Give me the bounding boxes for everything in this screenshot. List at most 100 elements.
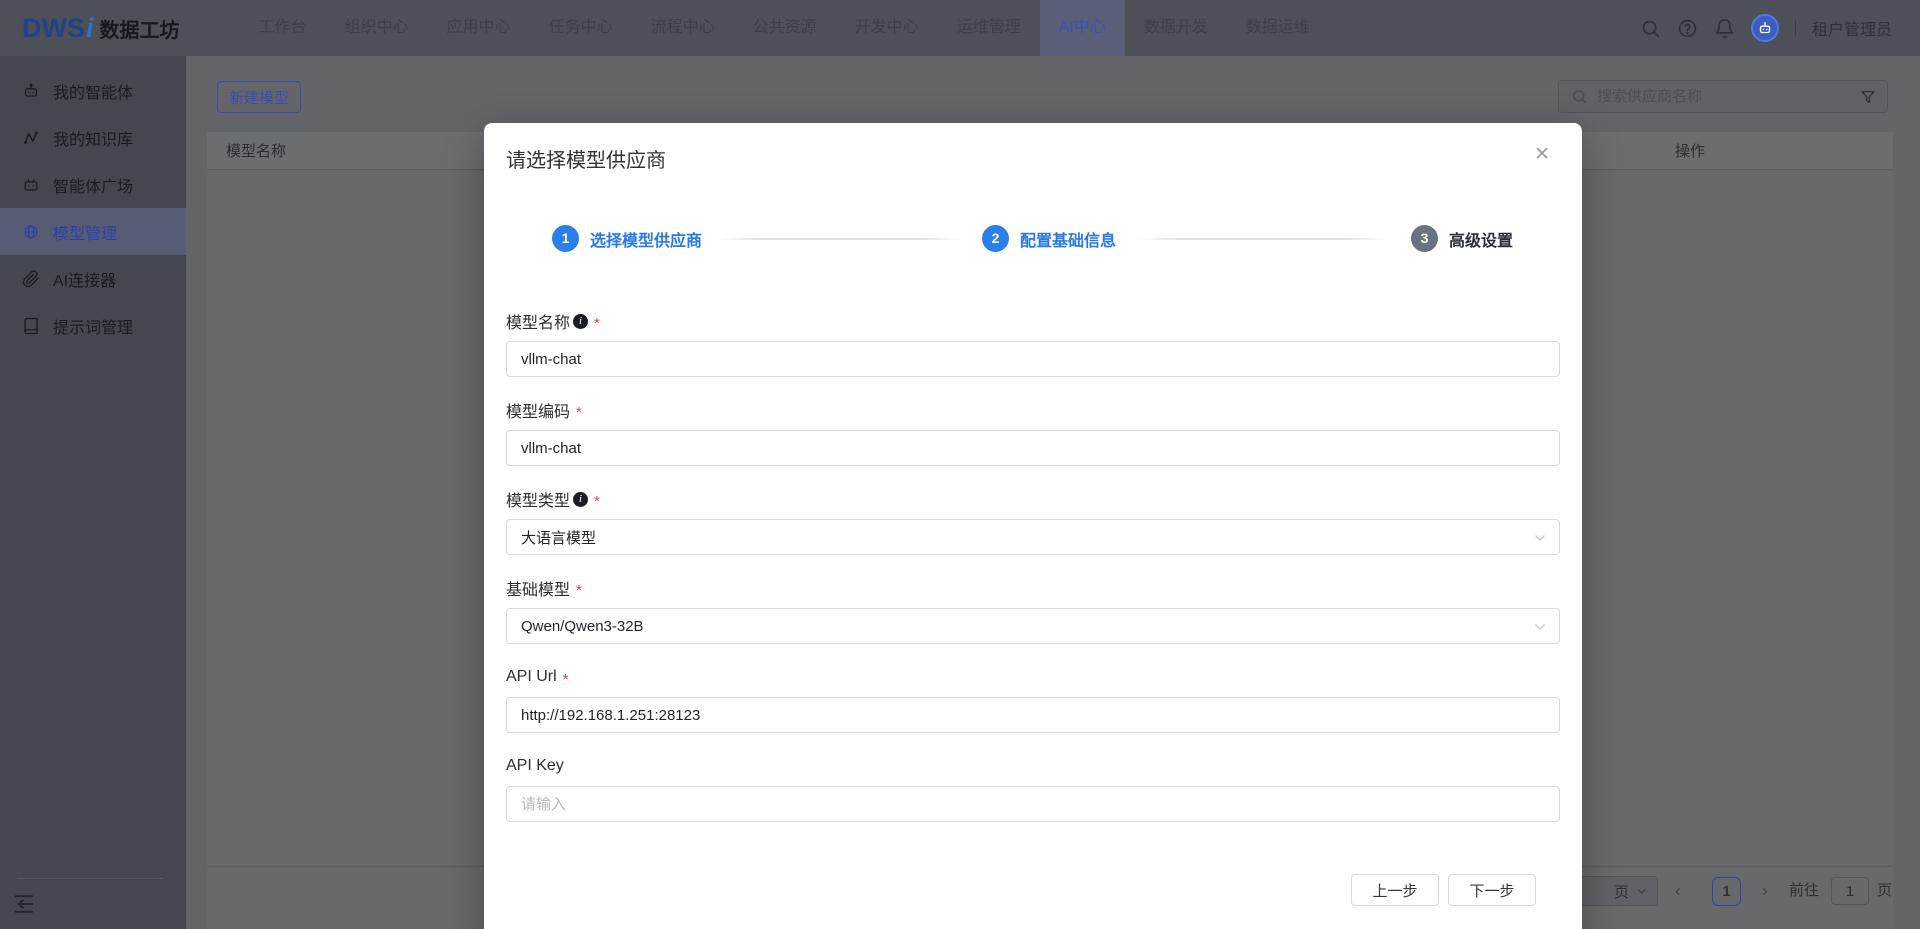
app-logo[interactable]: DWS i 数据工坊 [22,13,180,44]
sidebar-item-prompt-manage[interactable]: 提示词管理 [0,302,186,349]
api-url-input[interactable] [506,697,1560,733]
model-name-input[interactable] [506,341,1560,377]
wizard-stepper: 1 选择模型供应商 2 配置基础信息 3 高级设置 [484,225,1582,253]
sidebar-item-agent-square[interactable]: 智能体广场 [0,161,186,208]
goto-page-input[interactable] [1831,877,1869,905]
select-model-provider-dialog: 请选择模型供应商 ✕ 1 选择模型供应商 2 配置基础信息 3 高级设置 模型名… [484,123,1582,929]
field-api-key: API Key [506,754,1560,822]
agent-square-icon [24,178,38,191]
model-type-select[interactable]: 大语言模型 [506,519,1560,555]
goto-page-unit: 页 [1877,882,1893,899]
close-icon[interactable]: ✕ [1534,145,1550,164]
step-basic-config[interactable]: 2 配置基础信息 [982,225,1116,252]
logo-text-dws: DWS [22,12,85,43]
nav-menu: 工作台 组织中心 应用中心 任务中心 流程中心 公共资源 开发中心 运维管理 A… [240,0,1329,56]
nav-item-public-resource[interactable]: 公共资源 [734,0,836,56]
step-number-badge: 2 [982,225,1009,252]
info-icon[interactable]: i [573,491,589,507]
sidebar-item-label: 模型管理 [53,225,118,243]
column-header-actions: 操作 [1674,143,1705,160]
step-advanced-settings[interactable]: 3 高级设置 [1411,225,1513,252]
required-asterisk: * [594,314,600,332]
field-model-name: 模型名称 i * [506,309,1560,377]
search-icon[interactable] [1640,18,1661,39]
selected-value: Qwen/Qwen3-32B [521,617,644,635]
required-asterisk: * [576,581,582,599]
notebook-icon [24,317,38,334]
sidebar-item-model-manage[interactable]: 模型管理 [0,208,186,255]
base-model-select[interactable]: Qwen/Qwen3-32B [506,608,1560,644]
step-label: 高级设置 [1449,232,1514,250]
api-key-input[interactable] [506,786,1560,822]
sidebar-item-my-knowledge[interactable]: 我的知识库 [0,114,186,161]
help-icon[interactable] [1677,18,1698,39]
provider-search-input[interactable] [1597,88,1859,105]
required-asterisk: * [576,403,582,421]
step-number-badge: 3 [1411,225,1438,252]
logo-text-i: i [86,12,94,43]
field-model-type: 模型类型 i * 大语言模型 [506,487,1560,555]
robot-icon [24,83,38,97]
collapse-sidebar-icon[interactable] [12,891,38,917]
nav-item-data-ops[interactable]: 数据运维 [1227,0,1329,56]
step-label: 配置基础信息 [1020,232,1117,250]
search-icon [1573,90,1587,104]
knowledge-graph-icon [24,131,38,144]
nav-item-dev-center[interactable]: 开发中心 [836,0,938,56]
field-label: API Url [506,668,557,685]
logo-text-name: 数据工坊 [99,19,180,42]
required-asterisk: * [562,670,569,688]
chevron-down-icon [1535,624,1545,630]
prev-page-arrow[interactable]: ‹ [1675,876,1681,906]
user-avatar[interactable] [1750,14,1779,42]
navbar-right: 租户管理员 [1640,14,1892,42]
step-connector-line [716,238,964,240]
sidebar-item-label: 提示词管理 [53,319,134,337]
previous-step-button[interactable]: 上一步 [1351,874,1439,906]
field-base-model: 基础模型 * Qwen/Qwen3-32B [506,576,1560,644]
info-icon[interactable]: i [573,313,589,329]
sidebar-item-label: AI连接器 [53,272,117,290]
column-header-model-name: 模型名称 [226,143,287,160]
basic-config-form: 模型名称 i * 模型编码 * 模型类型 i * 大语言模型 [484,309,1582,822]
next-page-arrow[interactable]: › [1762,876,1768,906]
nav-item-ops-manage[interactable]: 运维管理 [938,0,1040,56]
next-step-button[interactable]: 下一步 [1448,874,1536,906]
field-label: 基础模型 [506,582,571,599]
bell-icon[interactable] [1714,18,1735,39]
step-number-badge: 1 [552,225,579,252]
field-label: 模型名称 [506,315,571,332]
new-model-button[interactable]: 新建模型 [217,81,301,113]
step-label: 选择模型供应商 [590,232,703,250]
dialog-footer: 上一步 下一步 [1351,874,1536,906]
field-label: 模型类型 [506,493,571,510]
goto-page-label: 前往 [1789,882,1820,899]
avatar-robot-icon [1759,22,1771,34]
nav-item-app-center[interactable]: 应用中心 [428,0,530,56]
nav-item-org-center[interactable]: 组织中心 [326,0,428,56]
step-select-provider[interactable]: 1 选择模型供应商 [552,225,702,252]
nav-item-data-dev[interactable]: 数据开发 [1125,0,1227,56]
model-code-input[interactable] [506,430,1560,466]
nav-item-flow-center[interactable]: 流程中心 [632,0,734,56]
sidebar-item-label: 我的智能体 [53,84,134,102]
filter-funnel-icon[interactable] [1859,88,1877,106]
sidebar: 我的智能体 我的知识库 智能体广场 模型管理 AI连接器 提示词管理 [0,56,186,929]
field-label: 模型编码 [506,404,571,421]
field-model-code: 模型编码 * [506,398,1560,466]
provider-search-box [1558,80,1888,113]
nav-item-workbench[interactable]: 工作台 [240,0,326,56]
required-asterisk: * [594,492,600,510]
selected-value: 大语言模型 [521,529,597,547]
nav-item-task-center[interactable]: 任务中心 [530,0,632,56]
chevron-down-icon [1535,535,1545,541]
current-page-button[interactable]: 1 [1712,877,1741,906]
page-size-visible-text: 页 [1613,883,1629,901]
nav-item-ai-center[interactable]: AI中心 [1039,0,1125,56]
sidebar-item-ai-connector[interactable]: AI连接器 [0,255,186,302]
sidebar-footer-divider [17,878,163,879]
sidebar-item-my-agents[interactable]: 我的智能体 [0,67,186,114]
field-api-url: API Url * [506,665,1560,733]
user-role-label[interactable]: 租户管理员 [1812,16,1892,40]
step-connector-line [1136,238,1391,240]
